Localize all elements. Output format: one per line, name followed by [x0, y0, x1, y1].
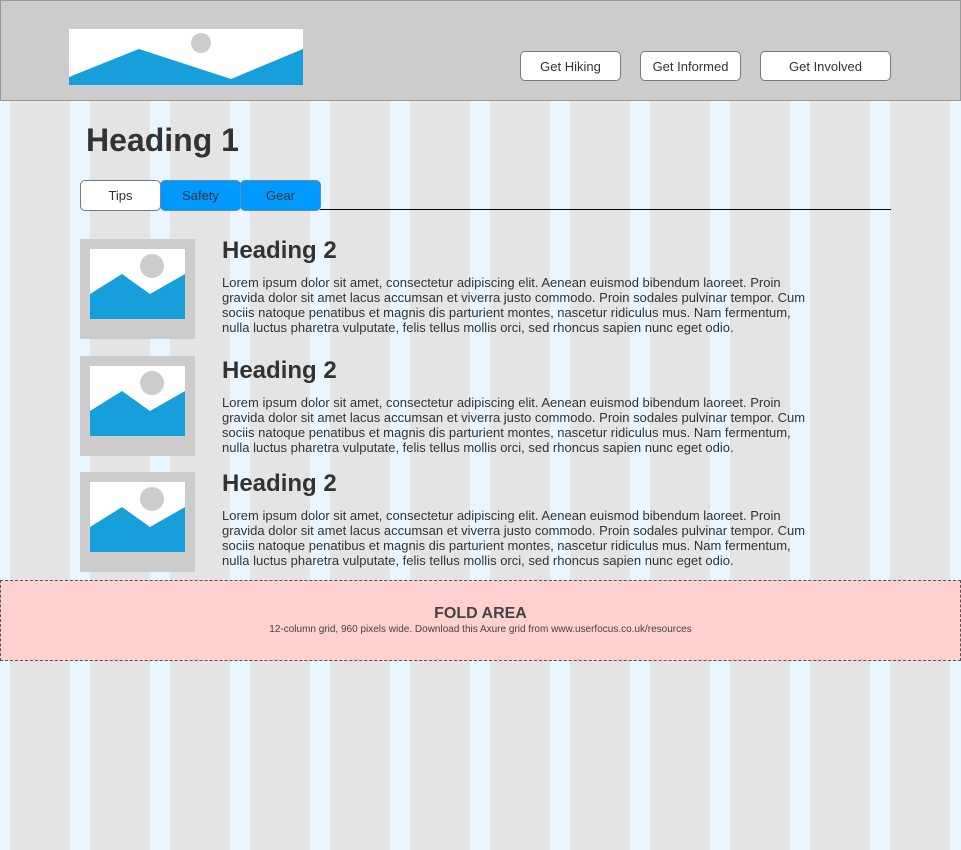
thumbnail — [80, 356, 195, 456]
tabs-divider — [320, 209, 891, 210]
thumbnail — [80, 239, 195, 339]
header-bar: Get Hiking Get Informed Get Involved — [0, 0, 961, 101]
tab-gear[interactable]: Gear — [240, 180, 321, 211]
nav-get-hiking-button[interactable]: Get Hiking — [520, 51, 621, 81]
fold-title: FOLD AREA — [434, 605, 527, 622]
logo-image-placeholder-icon[interactable] — [69, 29, 303, 85]
image-placeholder-icon — [69, 33, 303, 85]
item-heading: Heading 2 — [222, 470, 337, 497]
image-placeholder-icon — [90, 371, 185, 436]
nav-get-involved-button[interactable]: Get Involved — [760, 51, 891, 81]
item-body: Lorem ipsum dolor sit amet, consectetur … — [222, 395, 806, 455]
page-title: Heading 1 — [86, 122, 239, 158]
item-body: Lorem ipsum dolor sit amet, consectetur … — [222, 508, 806, 568]
image-placeholder-icon — [90, 487, 185, 552]
thumbnail — [80, 472, 195, 572]
tab-tips[interactable]: Tips — [80, 180, 161, 211]
fold-area: FOLD AREA 12-column grid, 960 pixels wid… — [0, 580, 961, 661]
item-heading: Heading 2 — [222, 357, 337, 384]
item-body: Lorem ipsum dolor sit amet, consectetur … — [222, 275, 806, 335]
item-heading: Heading 2 — [222, 237, 337, 264]
fold-subtitle: 12-column grid, 960 pixels wide. Downloa… — [269, 624, 692, 635]
tab-safety[interactable]: Safety — [160, 180, 241, 211]
nav-get-informed-button[interactable]: Get Informed — [640, 51, 741, 81]
image-placeholder-icon — [90, 254, 185, 319]
